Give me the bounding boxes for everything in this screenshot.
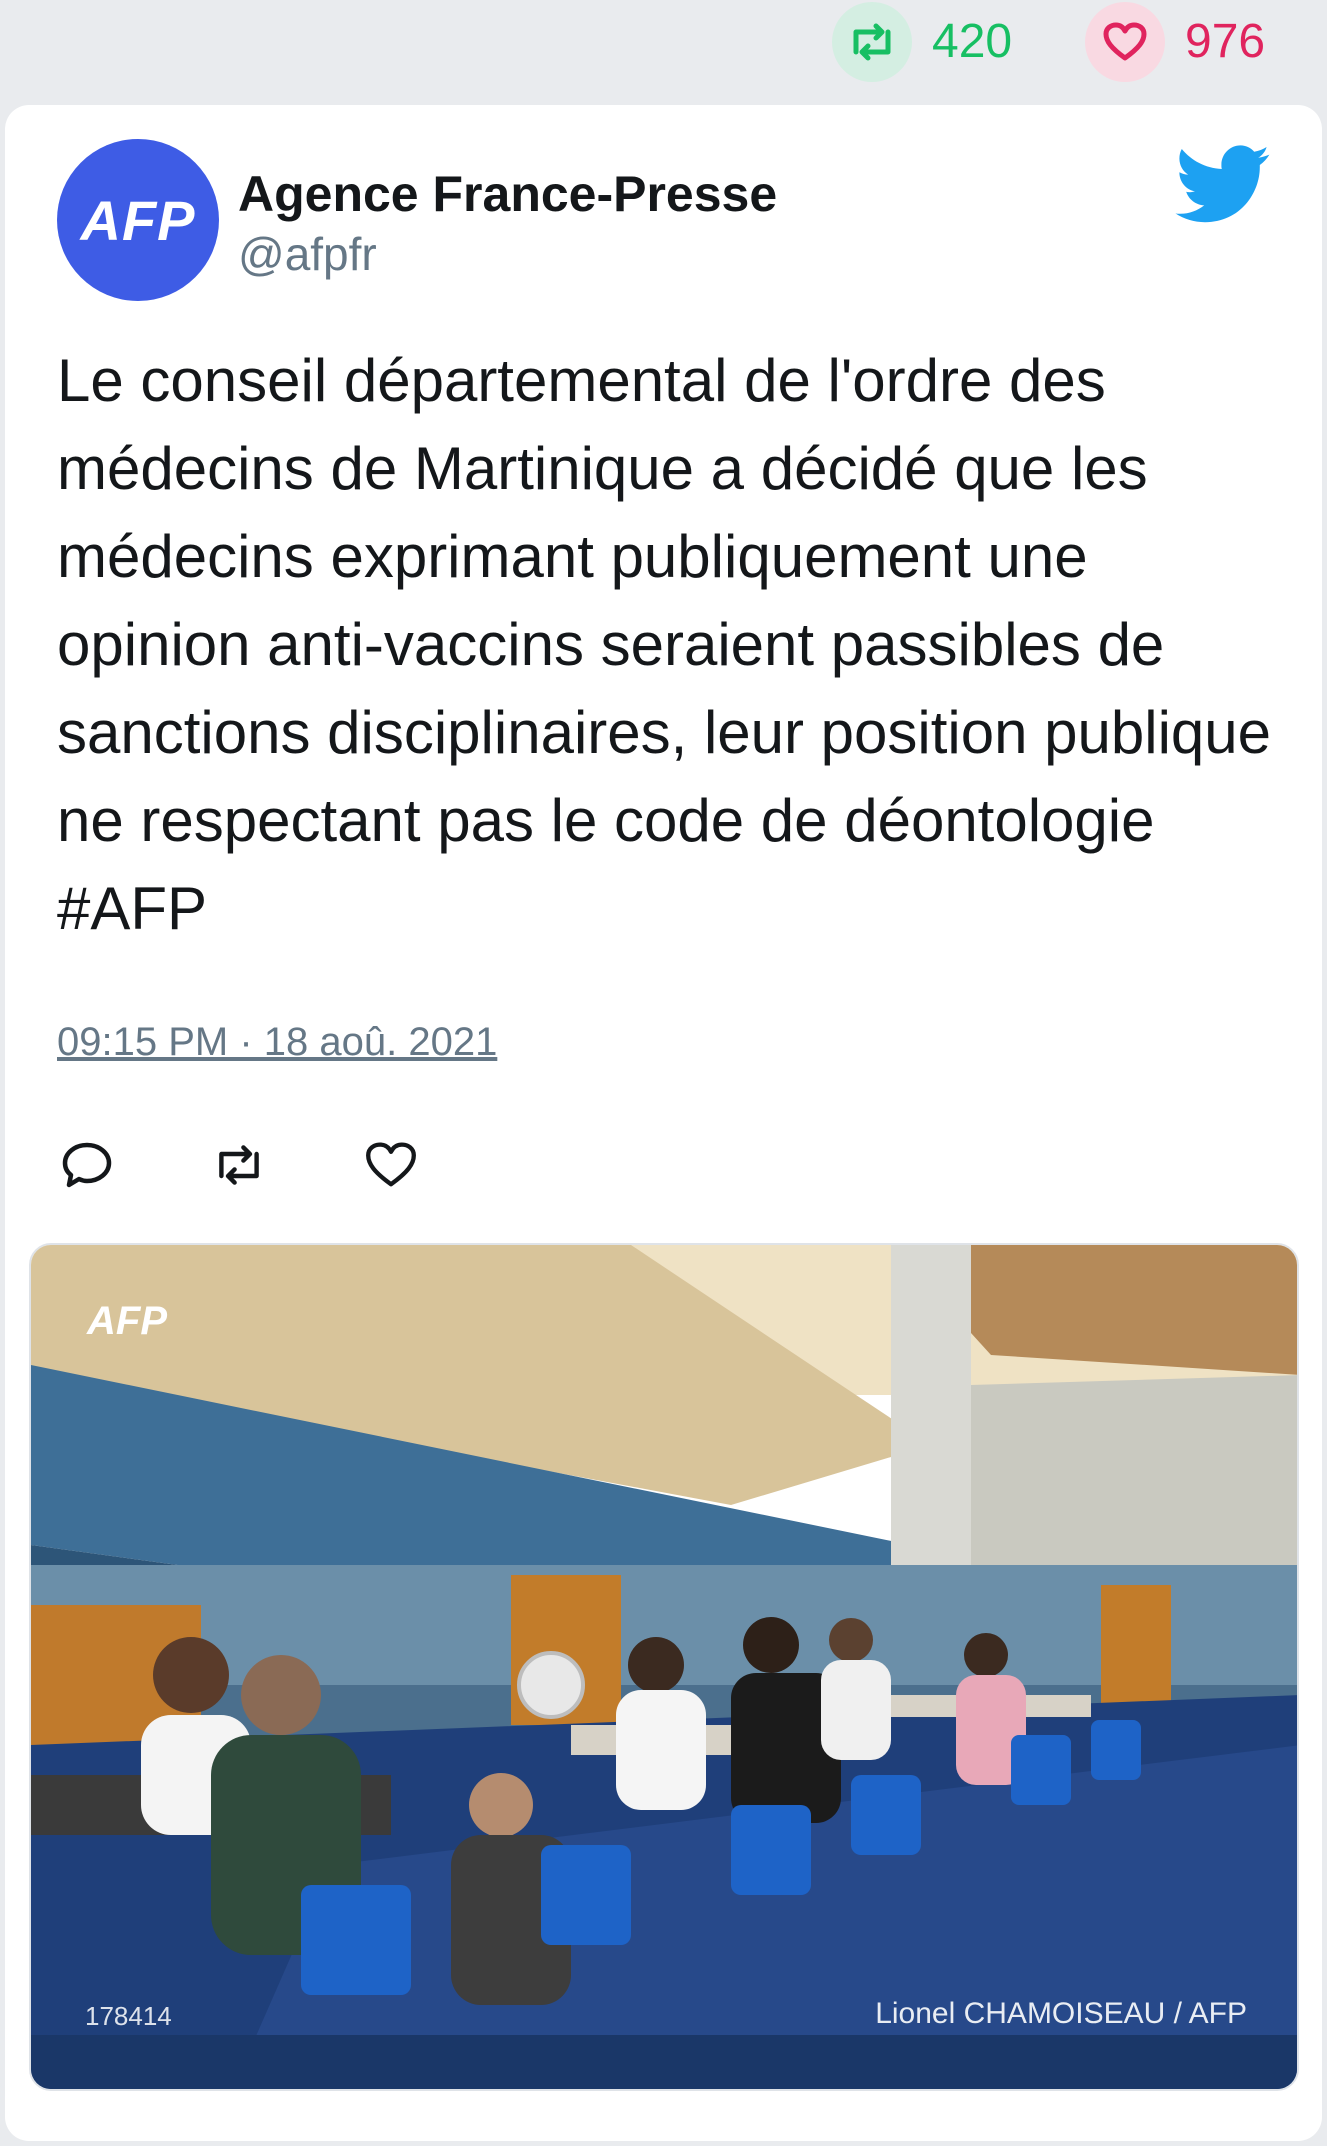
retweet-count-value: 420 xyxy=(932,15,1013,68)
photo-id: 178414 xyxy=(85,2001,172,2031)
twitter-bird-icon[interactable] xyxy=(1175,145,1271,225)
tweet-timestamp[interactable]: 09:15 PM · 18 aoû. 2021 xyxy=(57,1020,497,1065)
tweet-photo[interactable]: AFP 178414 Lionel CHAMOISEAU / AFP xyxy=(29,1243,1299,2091)
author-handle[interactable]: @afpfr xyxy=(238,227,377,281)
like-icon[interactable] xyxy=(361,1135,421,1195)
retweet-icon[interactable] xyxy=(209,1135,269,1195)
photo-credit: Lionel CHAMOISEAU / AFP xyxy=(875,1997,1247,2030)
avatar[interactable]: AFP xyxy=(57,139,219,301)
tweet-card: AFP Agence France-Presse @afpfr Le conse… xyxy=(5,105,1322,2141)
retweet-count[interactable]: 420 xyxy=(832,0,1012,84)
heart-stat-icon xyxy=(1085,2,1165,82)
tweet-text: Le conseil départemental de l'ordre des … xyxy=(57,347,1272,942)
retweet-stat-icon xyxy=(832,2,912,82)
author-name[interactable]: Agence France-Presse xyxy=(238,165,777,223)
like-count-value: 976 xyxy=(1185,15,1266,68)
action-bar xyxy=(57,1125,513,1205)
reply-icon[interactable] xyxy=(57,1135,117,1195)
avatar-text: AFP xyxy=(80,188,196,252)
photo-scene xyxy=(31,1245,1297,2089)
photo-afp-logo: AFP xyxy=(87,1299,167,1343)
engagement-bar: 420 976 xyxy=(0,0,1327,100)
like-count[interactable]: 976 xyxy=(1085,0,1265,84)
